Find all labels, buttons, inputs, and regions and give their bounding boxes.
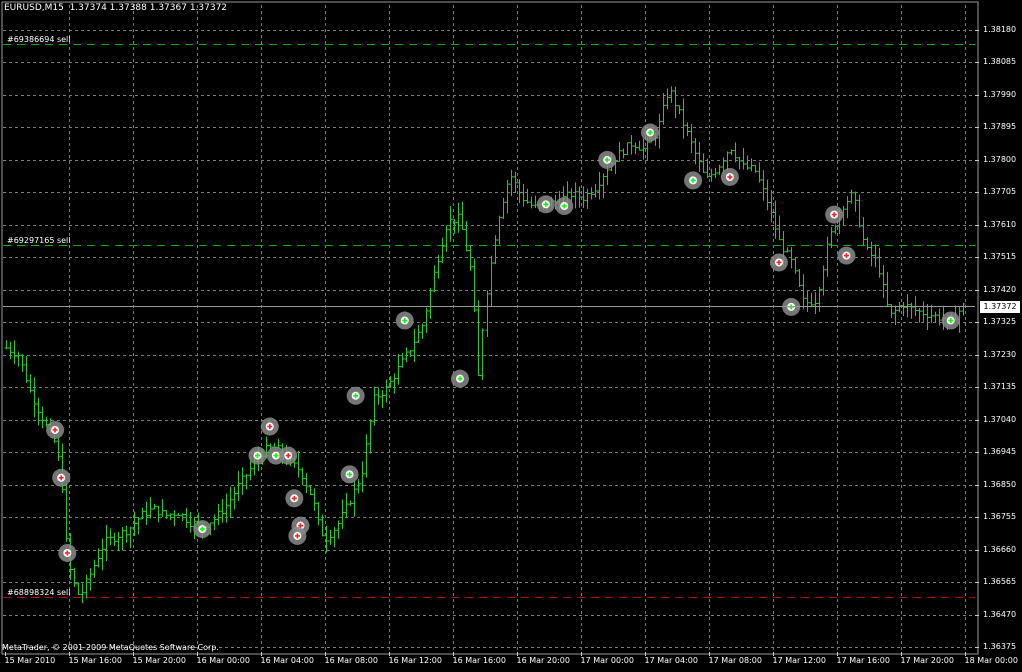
trade-marker	[720, 167, 739, 186]
chart-header: EURUSD,M15 1.37374 1.37388 1.37367 1.373…	[4, 3, 227, 13]
time-tick-label: 17 Mar 12:00	[772, 656, 826, 665]
chart-window[interactable]: EURUSD,M15 1.37374 1.37388 1.37367 1.373…	[0, 0, 1022, 672]
marker-cross-v	[459, 376, 461, 382]
time-tick-label: 16 Mar 04:00	[260, 656, 314, 665]
trade-marker	[837, 246, 856, 265]
marker-cross-v	[268, 424, 271, 430]
price-tick-label: 1.37040	[983, 414, 1017, 424]
trade-marker	[58, 543, 77, 562]
price-tick-label: 1.36565	[983, 576, 1017, 586]
marker-cross-v	[845, 253, 848, 259]
plot-frame	[1, 1, 979, 655]
marker-cross-v	[833, 212, 835, 218]
price-tick-label: 1.36945	[983, 446, 1017, 456]
marker-cross-v	[296, 533, 299, 539]
trade-marker	[279, 446, 298, 465]
candles	[4, 86, 966, 604]
trade-marker	[684, 171, 703, 190]
price-tick-label: 1.36470	[983, 609, 1017, 619]
copyright-text: MetaTrader, © 2001-2009 MetaQuotes Softw…	[2, 643, 219, 652]
price-tick-label: 1.37895	[983, 121, 1017, 131]
marker-cross-v	[545, 201, 547, 207]
price-tick-label: 1.37135	[983, 381, 1017, 391]
marker-cross-v	[606, 157, 608, 163]
time-tick-label: 17 Mar 08:00	[708, 656, 762, 665]
time-tick-label: 17 Mar 00:00	[580, 656, 634, 665]
trade-marker	[340, 465, 359, 484]
trade-marker	[346, 386, 365, 405]
marker-cross-v	[778, 259, 780, 265]
marker-cross-v	[949, 318, 952, 324]
trade-marker	[641, 123, 660, 142]
order-label: #68898324 sell	[7, 587, 71, 597]
trade-marker	[825, 205, 844, 224]
time-tick-label: 17 Mar 16:00	[836, 656, 890, 665]
marker-cross-v	[348, 471, 351, 477]
price-tick-label: 1.37515	[983, 251, 1017, 261]
trade-marker	[450, 369, 469, 388]
trade-markers	[46, 123, 960, 562]
time-tick-label: 16 Mar 16:00	[452, 656, 506, 665]
marker-cross-v	[66, 550, 69, 556]
trade-marker	[536, 195, 555, 214]
time-tick-label: 17 Mar 04:00	[644, 656, 698, 665]
marker-cross-v	[275, 453, 277, 459]
trade-marker	[46, 420, 65, 439]
marker-cross-v	[563, 203, 566, 209]
time-tick-label: 16 Mar 08:00	[324, 656, 378, 665]
price-tick-label: 1.36660	[983, 544, 1017, 554]
trade-marker	[248, 446, 267, 465]
trade-marker	[555, 197, 574, 216]
price-tick-label: 1.37230	[983, 349, 1017, 359]
marker-cross-v	[403, 318, 406, 324]
order-label: #69297165 sell	[7, 235, 71, 245]
price-tick-label: 1.36850	[983, 479, 1017, 489]
time-tick-label: 15 Mar 20:00	[132, 656, 186, 665]
trade-marker	[598, 150, 617, 169]
trade-marker	[769, 253, 788, 272]
time-tick-label: 15 Mar 16:00	[68, 656, 122, 665]
price-chart[interactable]	[0, 0, 1022, 672]
price-tick-label: 1.38085	[983, 56, 1017, 66]
price-tick-label: 1.37420	[983, 284, 1017, 294]
price-tick-label: 1.36755	[983, 511, 1017, 521]
grid	[3, 5, 979, 656]
ohlc-values: 1.37374 1.37388 1.37367 1.37372	[69, 3, 228, 13]
price-tick-label: 1.37800	[983, 154, 1017, 164]
time-tick-label: 16 Mar 12:00	[388, 656, 442, 665]
marker-cross-v	[287, 453, 289, 459]
marker-cross-v	[60, 475, 63, 481]
price-tick-label: 1.37705	[983, 186, 1017, 196]
marker-cross-v	[54, 427, 56, 433]
marker-cross-v	[692, 177, 694, 183]
marker-cross-v	[354, 393, 357, 399]
trade-marker	[260, 417, 279, 436]
price-tick-label: 1.37990	[983, 89, 1017, 99]
marker-cross-v	[729, 174, 731, 180]
trade-marker	[193, 520, 212, 539]
time-tick-label: 16 Mar 20:00	[516, 656, 570, 665]
time-tick-label: 18 Mar 00:00	[964, 656, 1018, 665]
price-tick-label: 1.37325	[983, 316, 1017, 326]
time-tick-label: 16 Mar 00:00	[196, 656, 250, 665]
price-tick-label: 1.38180	[983, 24, 1017, 34]
marker-cross-v	[201, 526, 204, 532]
current-price-badge: 1.37372	[980, 300, 1020, 313]
marker-cross-v	[256, 453, 259, 459]
trade-marker	[285, 489, 304, 508]
trade-marker	[288, 526, 307, 545]
marker-cross-v	[293, 495, 296, 501]
time-tick-label: 15 Mar 2010	[4, 656, 56, 665]
symbol-label: EURUSD,M15	[4, 3, 64, 13]
price-tick-label: 1.36375	[983, 641, 1017, 651]
price-tick-label: 1.37610	[983, 219, 1017, 229]
order-label: #69386694 sell	[7, 34, 71, 44]
time-tick-label: 17 Mar 20:00	[900, 656, 954, 665]
trade-marker	[941, 311, 960, 330]
marker-cross-v	[649, 130, 651, 136]
trade-marker	[395, 311, 414, 330]
trade-marker	[52, 468, 71, 487]
